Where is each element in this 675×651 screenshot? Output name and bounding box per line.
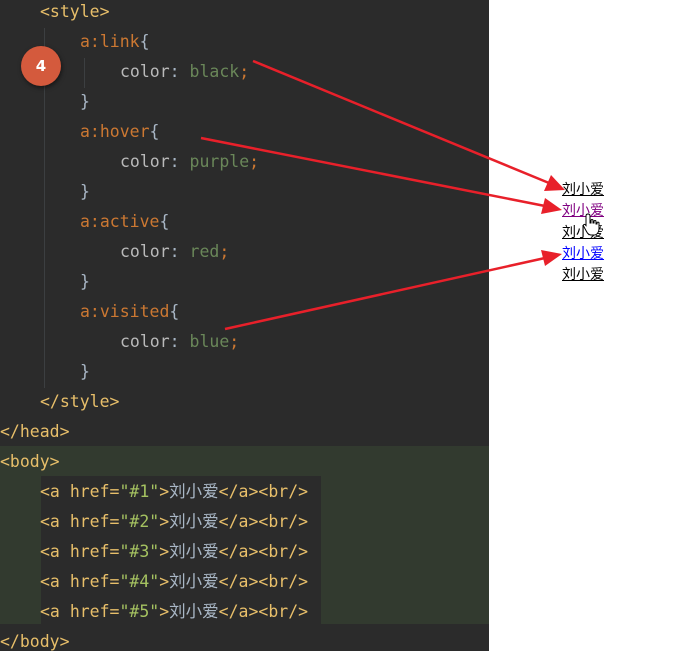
preview-link-hover[interactable]: 刘小爱 (562, 201, 604, 221)
code-line-rule-visited: a:visited{ (80, 302, 180, 321)
code-line-body-close: </body> (0, 627, 70, 651)
indent-guide (84, 58, 85, 88)
code-line-rule-link: a:link{ (80, 32, 150, 51)
selector-active: a:active (80, 212, 160, 231)
code-line-anchor: <a href="#3">刘小爱</a><br/> (40, 542, 309, 561)
code-line-brace: } (80, 362, 90, 381)
anchor-text: 刘小爱 (169, 602, 219, 621)
style-close-tag: </style> (40, 392, 120, 411)
anchor-text: 刘小爱 (169, 482, 219, 501)
code-line-anchor: <a href="#1">刘小爱</a><br/> (40, 482, 309, 501)
code-line-style-close: </style> (40, 387, 119, 417)
selector-hover: a:hover (80, 122, 150, 141)
anchor-href: #2 (129, 512, 150, 531)
code-line-rule-active: a:active{ (80, 212, 170, 231)
code-line-decl-link: color: black; (120, 62, 250, 81)
code-line-brace: } (80, 182, 90, 201)
step-number-badge: 4 (21, 46, 61, 86)
property-name: color (120, 332, 170, 351)
property-name: color (120, 152, 170, 171)
anchor-text: 刘小爱 (169, 542, 219, 561)
property-value: purple (189, 152, 250, 171)
code-line-style-open: <style> (40, 0, 110, 27)
property-name: color (120, 242, 170, 261)
code-line-decl-active: color: red; (120, 242, 230, 261)
body-open-tag: <body> (0, 452, 60, 471)
code-line-brace: } (80, 92, 90, 111)
code-line-rule-hover: a:hover{ (80, 122, 160, 141)
property-value: blue (189, 332, 230, 351)
code-line-anchor: <a href="#4">刘小爱</a><br/> (40, 572, 309, 591)
code-line-anchor: <a href="#5">刘小爱</a><br/> (40, 602, 309, 621)
anchor-href: #5 (129, 602, 150, 621)
anchor-text: 刘小爱 (169, 572, 219, 591)
anchor-text: 刘小爱 (169, 512, 219, 531)
body-close-tag: </body> (0, 632, 70, 651)
code-line-anchor: <a href="#2">刘小爱</a><br/> (40, 512, 309, 531)
preview-link[interactable]: 刘小爱 (562, 223, 604, 243)
code-line-decl-visited: color: blue; (120, 332, 240, 351)
anchor-href: #4 (129, 572, 150, 591)
code-line-decl-hover: color: purple; (120, 152, 260, 171)
property-value: black (189, 62, 240, 81)
head-close-tag: </head> (0, 422, 70, 441)
code-line-brace: } (80, 272, 90, 291)
style-open-tag: <style> (40, 2, 110, 21)
code-line-head-close: </head> (0, 417, 70, 447)
code-line-body-open: <body> (0, 447, 60, 477)
selector-visited: a:visited (80, 302, 170, 321)
anchor-href: #1 (129, 482, 150, 501)
selector-link: a:link (80, 32, 140, 51)
property-name: color (120, 62, 170, 81)
preview-link-visited[interactable]: 刘小爱 (562, 244, 604, 264)
code-editor[interactable]: <style> a:link{ color: black; } a:hover{… (0, 0, 489, 651)
anchor-href: #3 (129, 542, 150, 561)
preview-link[interactable]: 刘小爱 (562, 180, 604, 200)
preview-link[interactable]: 刘小爱 (562, 265, 604, 285)
property-value: red (189, 242, 220, 261)
